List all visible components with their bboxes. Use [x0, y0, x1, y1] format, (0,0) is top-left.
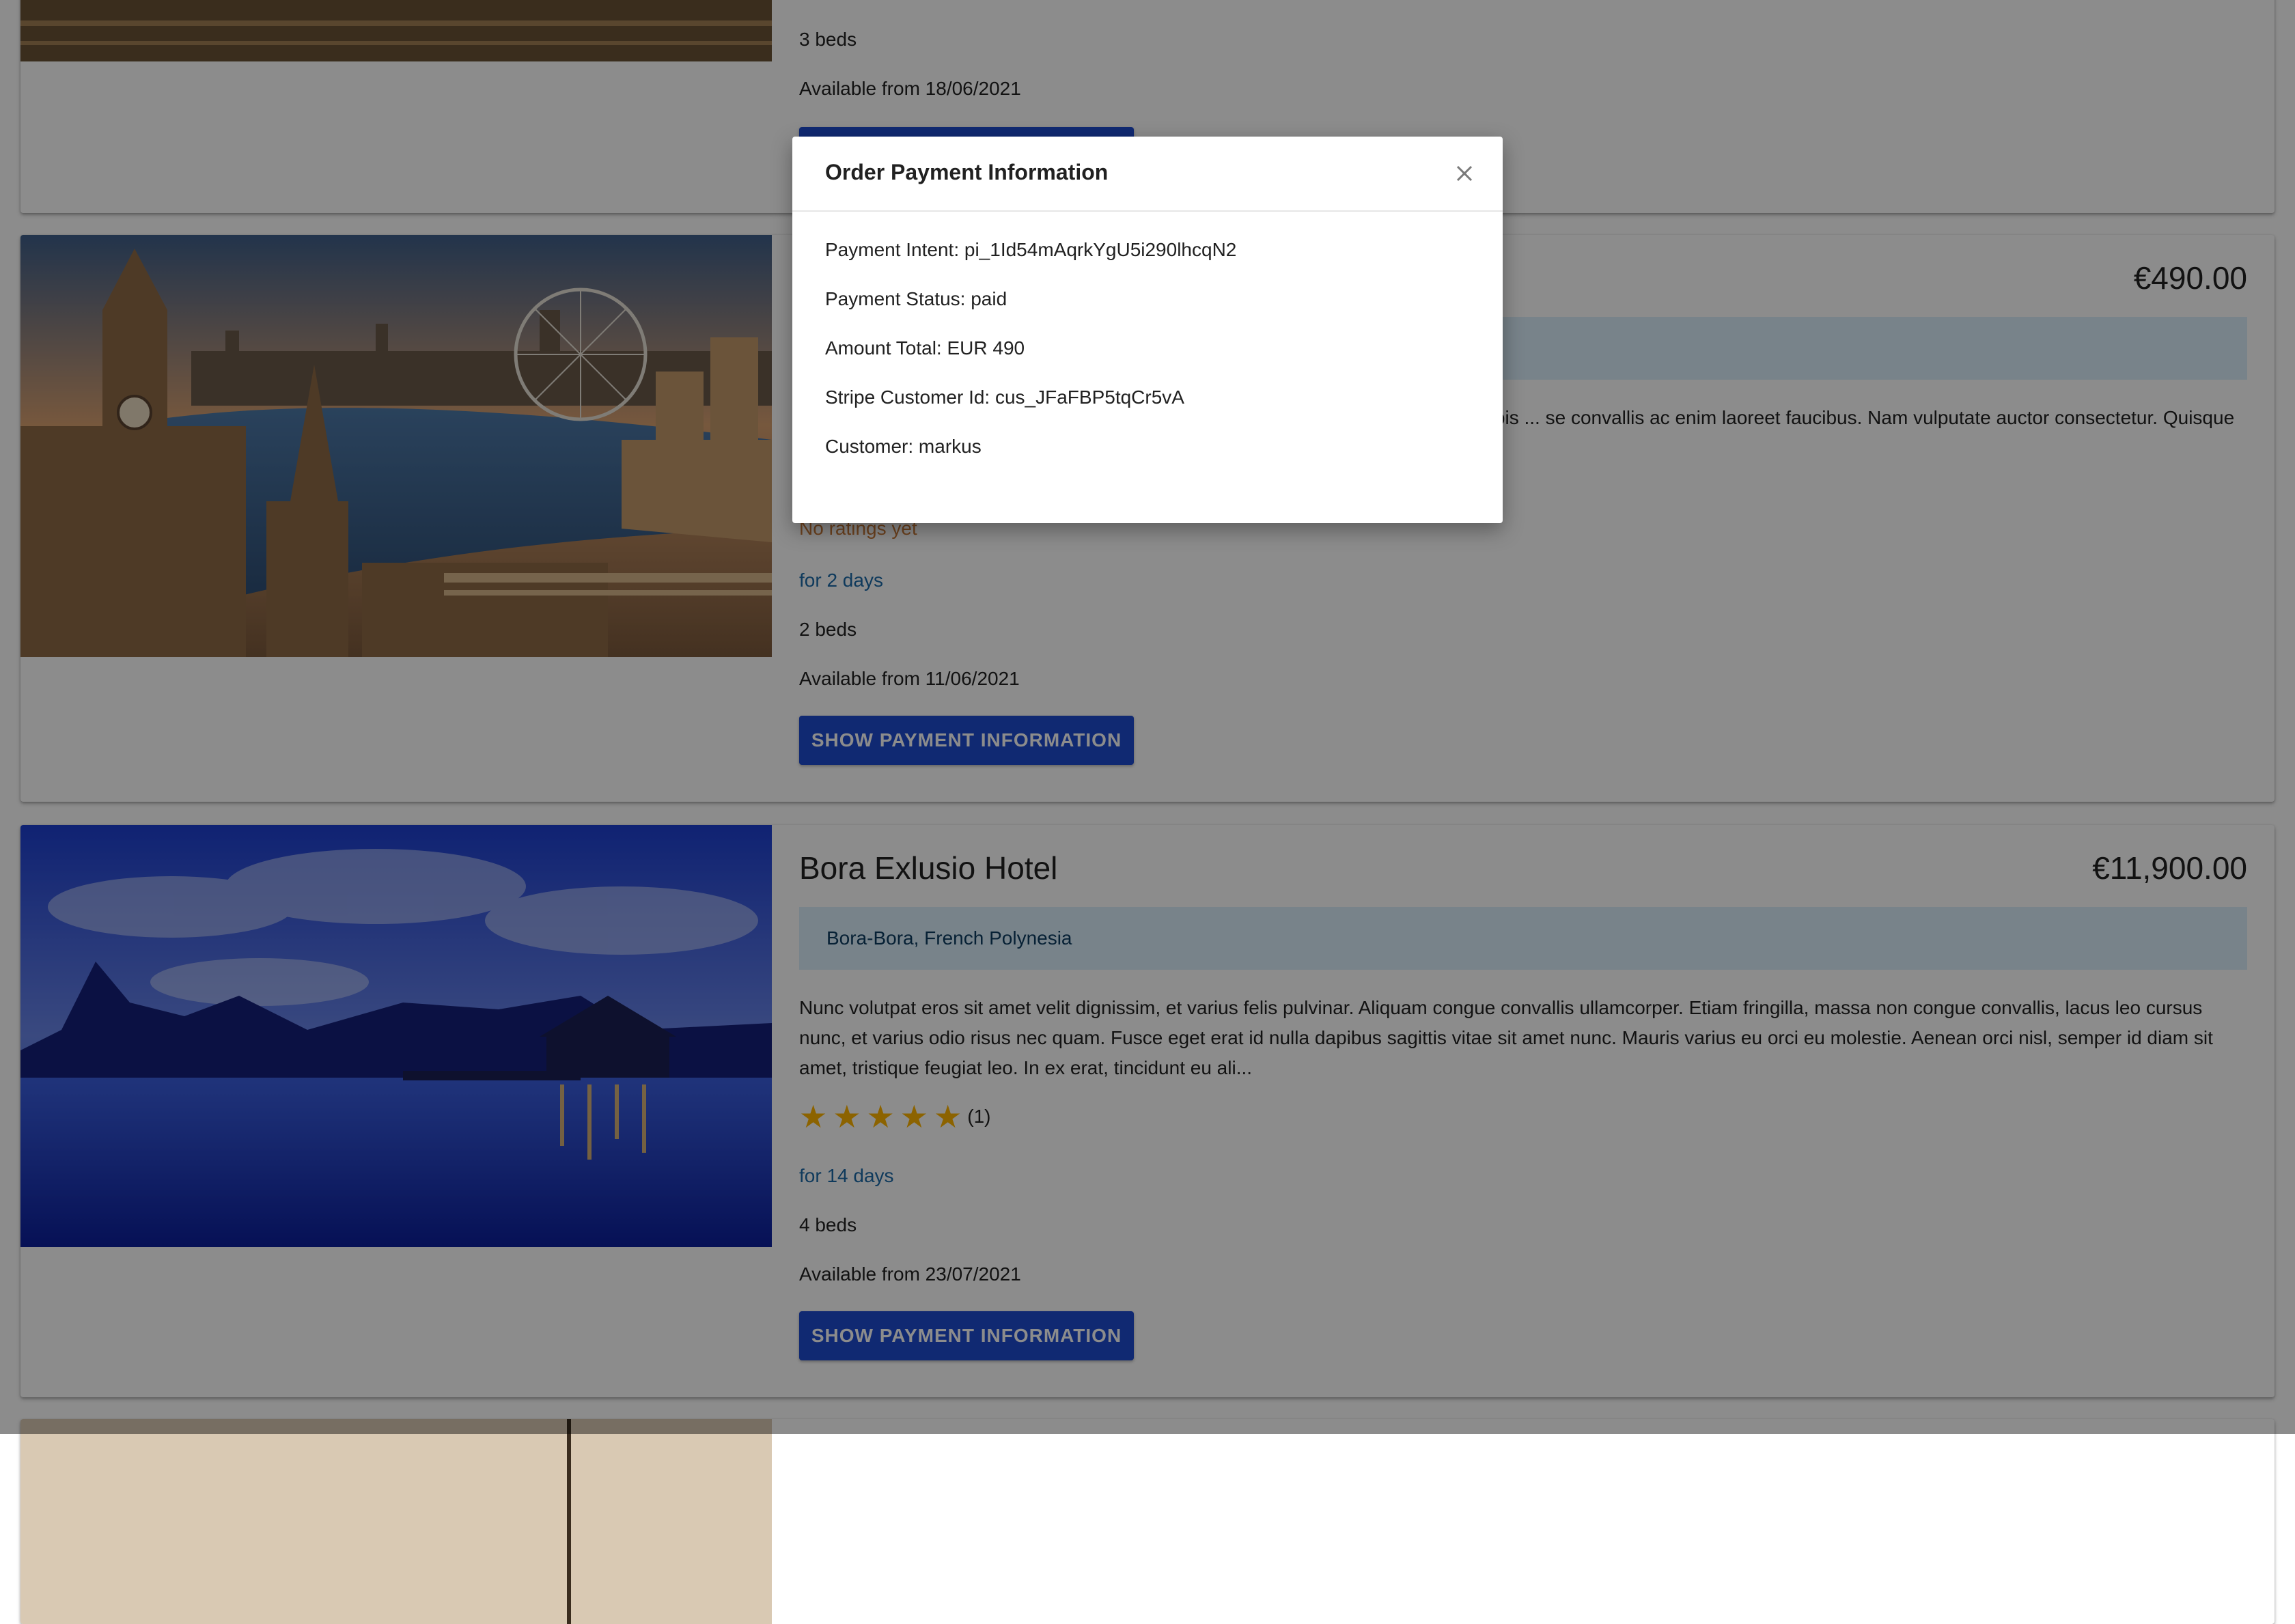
modal-body: Payment Intent: pi_1Id54mAqrkYgU5i290lhc…	[825, 239, 1470, 485]
modal-header: Order Payment Information	[792, 137, 1503, 212]
payment-intent: Payment Intent: pi_1Id54mAqrkYgU5i290lhc…	[825, 239, 1237, 260]
customer-name: Customer: markus	[825, 436, 982, 457]
listing-card	[20, 1419, 2275, 1624]
stripe-customer-id: Stripe Customer Id: cus_JFaFBP5tqCr5vA	[825, 387, 1184, 408]
amount-total: Amount Total: EUR 490	[825, 337, 1025, 359]
listing-photo	[20, 1419, 772, 1624]
payment-status: Payment Status: paid	[825, 288, 1007, 309]
modal-title: Order Payment Information	[825, 160, 1109, 184]
close-icon[interactable]	[1451, 160, 1478, 187]
payment-info-modal: Order Payment Information Payment Intent…	[792, 137, 1503, 523]
